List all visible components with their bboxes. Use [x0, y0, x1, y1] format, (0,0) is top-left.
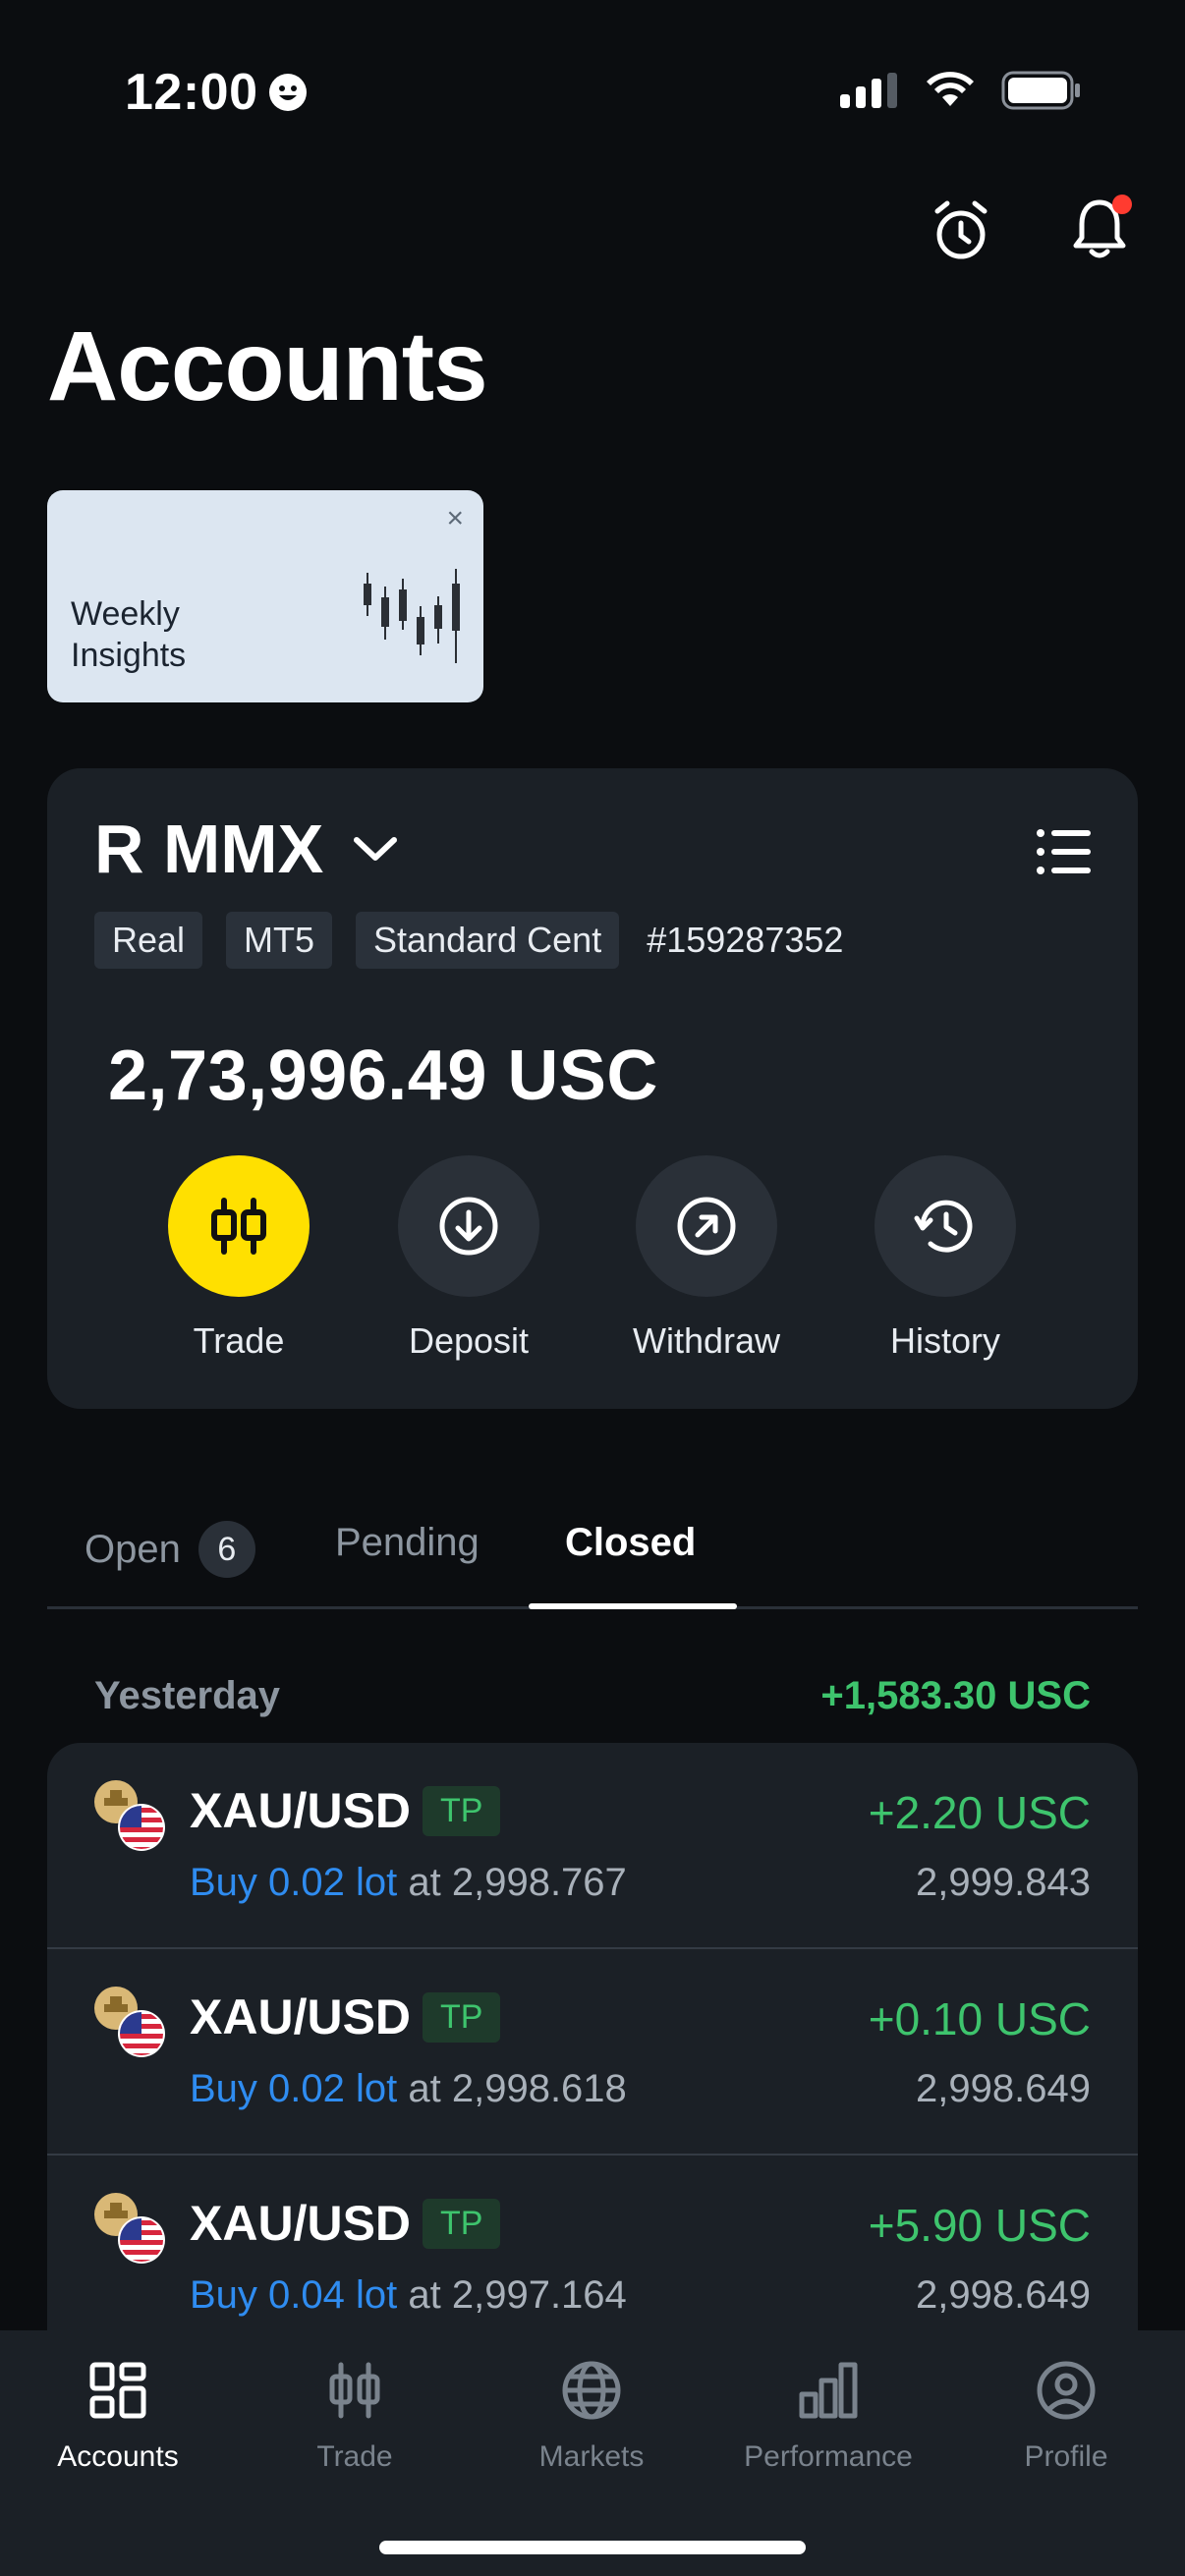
nav-markets[interactable]: Markets	[474, 2356, 709, 2474]
group-total-pl: +1,583.30 USC	[820, 1674, 1091, 1717]
trade-open-price: at 2,997.164	[408, 2273, 627, 2317]
history-icon	[914, 1200, 973, 1253]
closed-trades-list: XAU/USD TP Buy 0.02 lot at 2,998.767 +2.…	[47, 1743, 1138, 2362]
candlestick-graphic-icon	[364, 569, 460, 663]
trade-close-price: 2,998.649	[916, 2067, 1091, 2110]
alarm-clock-icon[interactable]	[927, 196, 995, 265]
trade-detail: Buy 0.02 lot at 2,998.618	[190, 2067, 627, 2111]
weekly-insights-card[interactable]: × Weekly Insights	[47, 490, 483, 702]
nav-trade[interactable]: Trade	[237, 2356, 473, 2474]
tab-pending[interactable]: Pending	[335, 1521, 480, 1565]
withdraw-icon	[677, 1197, 736, 1256]
take-profit-badge: TP	[423, 1992, 501, 2043]
globe-icon	[557, 2356, 626, 2425]
xau-usd-pair-icon	[94, 1780, 165, 1851]
tab-open-count: 6	[198, 1521, 255, 1578]
nav-accounts-label: Accounts	[57, 2440, 179, 2473]
nav-performance[interactable]: Performance	[710, 2356, 946, 2474]
nav-profile-label: Profile	[1024, 2440, 1108, 2473]
bell-icon[interactable]	[1068, 195, 1137, 263]
trade-action-circle	[168, 1155, 310, 1297]
insights-title-line1: Weekly	[71, 595, 180, 633]
nav-trade-label: Trade	[316, 2440, 393, 2473]
trade-row[interactable]: XAU/USD TP Buy 0.02 lot at 2,998.618 +0.…	[47, 1949, 1138, 2156]
nav-performance-label: Performance	[744, 2440, 913, 2473]
insights-title-line2: Insights	[71, 637, 187, 674]
insights-title: Weekly Insights	[71, 593, 186, 676]
trade-detail: Buy 0.04 lot at 2,997.164	[190, 2273, 627, 2318]
xau-usd-pair-icon	[94, 2193, 165, 2264]
trade-detail: Buy 0.02 lot at 2,998.767	[190, 1861, 627, 1905]
tab-open-label: Open	[85, 1527, 181, 1571]
deposit-action-label: Deposit	[408, 1320, 530, 1361]
tab-closed[interactable]: Closed	[565, 1521, 696, 1565]
deposit-icon	[439, 1197, 498, 1256]
account-tags: Real MT5 Standard Cent #159287352	[94, 912, 843, 969]
history-action-circle	[875, 1155, 1016, 1297]
history-action-button[interactable]: History	[847, 1155, 1044, 1362]
active-tab-indicator	[529, 1603, 737, 1609]
page-title: Accounts	[47, 311, 488, 421]
positions-tabs: Open 6 Pending Closed	[47, 1507, 1138, 1609]
bar-chart-icon	[794, 2356, 863, 2425]
trade-profit: +2.20 USC	[868, 1787, 1091, 1838]
trade-close-price: 2,998.649	[916, 2273, 1091, 2317]
status-time: 12:00	[125, 63, 308, 122]
group-header: Yesterday +1,583.30 USC	[47, 1670, 1138, 1729]
trade-icon	[320, 2356, 389, 2425]
trade-side: Buy 0.02 lot	[190, 2067, 398, 2110]
status-time-text: 12:00	[125, 64, 258, 121]
trade-icon	[211, 1198, 266, 1255]
home-indicator	[379, 2541, 806, 2554]
battery-icon	[1001, 71, 1080, 110]
trade-open-price: at 2,998.618	[408, 2067, 627, 2110]
bottom-navigation: Accounts Trade Markets Performance Profi…	[0, 2330, 1185, 2576]
history-action-label: History	[889, 1320, 1000, 1361]
account-name: R MMX	[94, 811, 324, 887]
trade-pair: XAU/USD	[190, 2196, 412, 2251]
tab-closed-label: Closed	[565, 1521, 697, 1564]
xau-usd-pair-icon	[94, 1987, 165, 2057]
trade-action-button[interactable]: Trade	[141, 1155, 337, 1362]
tab-pending-label: Pending	[335, 1521, 480, 1564]
withdraw-action-button[interactable]: Withdraw	[608, 1155, 805, 1362]
deposit-action-circle	[398, 1155, 539, 1297]
cellular-signal-icon	[840, 73, 897, 108]
trade-pair: XAU/USD	[190, 1783, 412, 1838]
trade-side: Buy 0.04 lot	[190, 2273, 398, 2317]
nav-accounts[interactable]: Accounts	[0, 2356, 236, 2474]
account-card: R MMX Real MT5 Standard Cent #159287352 …	[47, 768, 1138, 1409]
trade-side: Buy 0.02 lot	[190, 1861, 398, 1904]
trade-open-price: at 2,998.767	[408, 1861, 627, 1904]
account-number: #159287352	[647, 920, 844, 960]
trade-profit: +0.10 USC	[868, 1993, 1091, 2044]
wifi-icon	[927, 72, 974, 106]
tag-account-type: Real	[94, 912, 203, 969]
withdraw-action-label: Withdraw	[632, 1320, 781, 1361]
account-list-menu-icon[interactable]	[1036, 827, 1091, 881]
trade-close-price: 2,999.843	[916, 1861, 1091, 1904]
take-profit-badge: TP	[423, 1786, 501, 1836]
trade-profit: +5.90 USC	[868, 2200, 1091, 2251]
account-selector[interactable]: R MMX	[94, 810, 398, 888]
tab-open[interactable]: Open 6	[85, 1521, 255, 1578]
profile-icon	[1032, 2356, 1100, 2425]
nav-profile[interactable]: Profile	[948, 2356, 1184, 2474]
tag-account-class: Standard Cent	[356, 912, 620, 969]
tag-platform: MT5	[226, 912, 333, 969]
nav-markets-label: Markets	[538, 2440, 645, 2473]
smiley-icon	[268, 74, 307, 111]
withdraw-action-circle	[636, 1155, 777, 1297]
group-date-label: Yesterday	[94, 1674, 281, 1717]
deposit-action-button[interactable]: Deposit	[370, 1155, 567, 1362]
accounts-icon	[84, 2356, 152, 2425]
trade-row[interactable]: XAU/USD TP Buy 0.02 lot at 2,998.767 +2.…	[47, 1743, 1138, 1949]
chevron-down-icon	[354, 837, 398, 861]
insights-close-button[interactable]: ×	[446, 502, 464, 535]
account-balance: 2,73,996.49 USC	[108, 1036, 658, 1115]
trade-action-label: Trade	[193, 1320, 285, 1361]
take-profit-badge: TP	[423, 2199, 501, 2249]
trade-pair: XAU/USD	[190, 1989, 412, 2044]
status-icons	[840, 71, 1082, 110]
